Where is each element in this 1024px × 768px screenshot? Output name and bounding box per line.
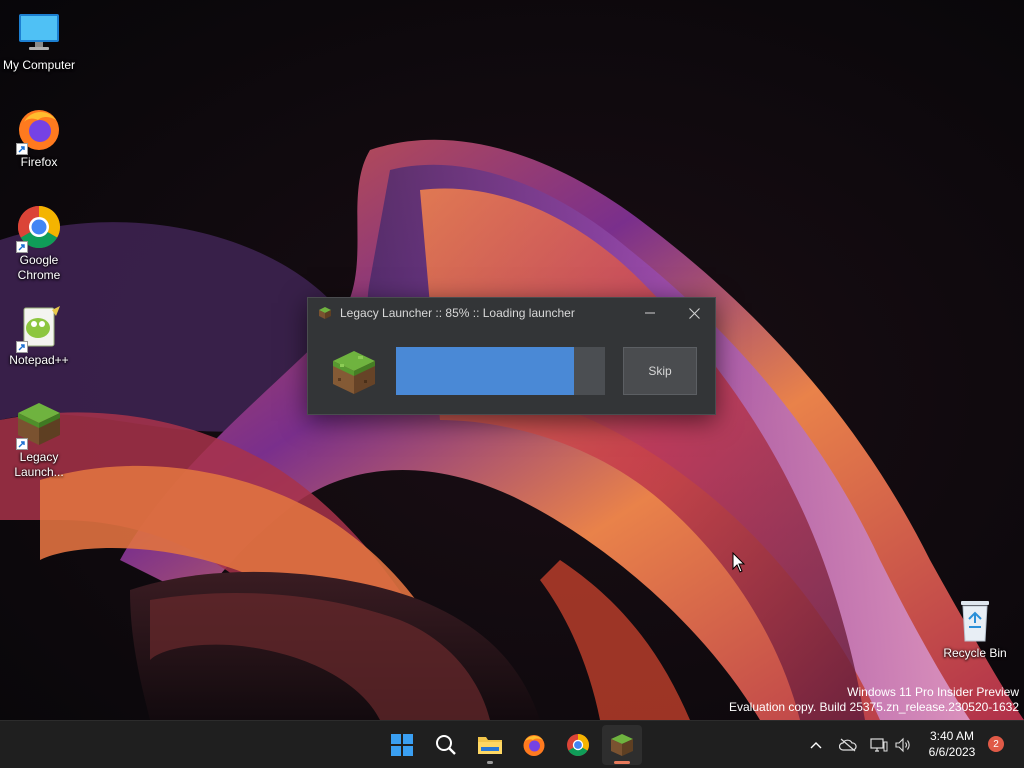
watermark-build: Evaluation copy. Build 25375.zn_release.… [729, 700, 1019, 714]
mouse-cursor-icon [732, 552, 746, 573]
shortcut-arrow-icon [16, 241, 28, 253]
tray-overflow-button[interactable] [804, 721, 828, 768]
network-status[interactable] [868, 721, 890, 768]
grass-block-icon [15, 400, 63, 450]
firefox-icon [15, 105, 63, 155]
minimize-icon [645, 312, 655, 314]
desktop-icon-label: Recycle Bin [943, 646, 1007, 660]
notification-badge[interactable]: 2 [988, 736, 1004, 752]
running-indicator [487, 761, 493, 764]
taskbar: 3:40 AM 6/6/2023 [0, 720, 1024, 768]
desktop-icon-firefox[interactable]: Firefox [0, 105, 78, 170]
launcher-window[interactable]: Legacy Launcher :: 85% :: Loading launch… [307, 297, 716, 415]
legacy-launcher-icon [611, 734, 633, 756]
chevron-up-icon [810, 742, 822, 749]
notepadpp-icon [15, 303, 63, 353]
clock-time: 3:40 AM [929, 729, 975, 743]
taskbar-legacy-launcher[interactable] [602, 725, 642, 765]
monitor-icon [15, 8, 63, 56]
shortcut-arrow-icon [16, 438, 28, 450]
shortcut-arrow-icon [16, 143, 28, 155]
launcher-title: Legacy Launcher :: 85% :: Loading launch… [340, 306, 575, 320]
volume-icon [895, 737, 910, 753]
desktop-icon-label: My Computer [2, 58, 76, 72]
start-button[interactable] [382, 725, 422, 765]
recycle-bin-icon [951, 596, 999, 644]
desktop-icon-label: Firefox [20, 155, 58, 169]
chrome-icon [15, 203, 63, 253]
shortcut-arrow-icon [16, 341, 28, 353]
volume-control[interactable] [892, 721, 914, 768]
network-icon [870, 738, 888, 752]
clock-date: 6/6/2023 [928, 745, 976, 759]
launcher-titlebar[interactable]: Legacy Launcher :: 85% :: Loading launch… [308, 298, 715, 328]
desktop-icon-my-computer[interactable]: My Computer [0, 8, 78, 73]
onedrive-status[interactable] [836, 721, 860, 768]
windows-watermark: Windows 11 Pro Insider Preview Evaluatio… [729, 685, 1019, 715]
desktop-icon-label: Legacy Launch... [14, 450, 64, 479]
grass-block-icon [319, 307, 331, 319]
minimize-button[interactable] [628, 298, 672, 328]
start-icon [391, 734, 413, 756]
taskbar-clock[interactable]: 3:40 AM 6/6/2023 [918, 728, 986, 760]
cloud-off-icon [839, 738, 857, 752]
grass-block-logo-icon [333, 351, 375, 394]
desktop-icon-notepad-plus-plus[interactable]: Notepad++ [0, 303, 78, 368]
desktop-icon-label: Google Chrome [17, 253, 61, 282]
skip-button[interactable]: Skip [623, 347, 697, 395]
taskbar-chrome[interactable] [558, 725, 598, 765]
desktop-icon-legacy-launcher[interactable]: Legacy Launch... [0, 400, 78, 480]
chrome-icon [567, 734, 589, 756]
search-icon [436, 735, 456, 755]
taskbar-firefox[interactable] [514, 725, 554, 765]
desktop-icon-label: Notepad++ [9, 353, 69, 367]
progress-fill [396, 347, 574, 395]
firefox-icon [523, 735, 545, 756]
taskbar-file-explorer[interactable] [470, 725, 510, 765]
close-icon [688, 307, 700, 319]
watermark-edition: Windows 11 Pro Insider Preview [847, 685, 1019, 699]
desktop-icon-recycle-bin[interactable]: Recycle Bin [936, 596, 1014, 661]
desktop-icon-google-chrome[interactable]: Google Chrome [0, 203, 78, 283]
search-button[interactable] [426, 725, 466, 765]
active-indicator [614, 761, 630, 764]
loading-progress-bar [396, 347, 605, 395]
close-button[interactable] [672, 298, 716, 328]
file-explorer-icon [478, 737, 502, 754]
